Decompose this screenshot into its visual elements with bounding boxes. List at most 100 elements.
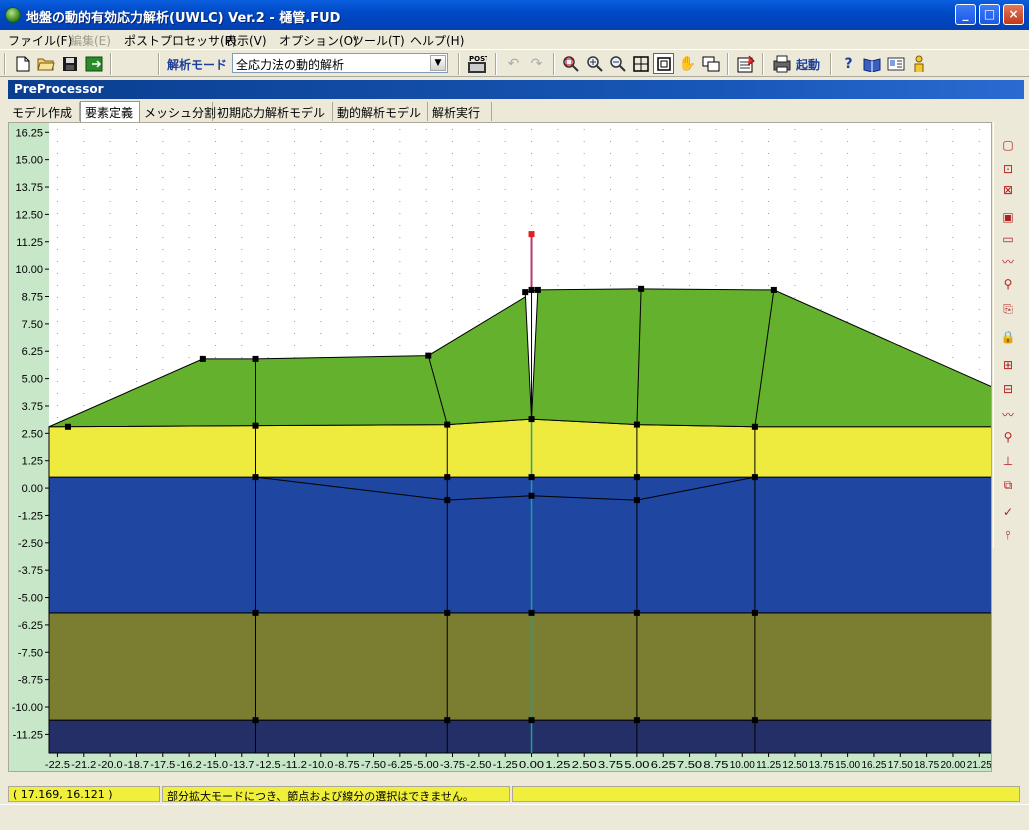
id-card-icon[interactable] (885, 53, 906, 74)
post-icon[interactable]: POST (466, 53, 487, 74)
preprocessor-header: PreProcessor (8, 80, 1024, 99)
y-tick-label: 15.00 (15, 155, 43, 167)
element-icon[interactable]: ▭ (997, 228, 1019, 250)
rod-icon[interactable]: ⫯ (997, 524, 1019, 546)
menu-tools[interactable]: ツール(T) (352, 32, 405, 49)
spring-icon[interactable]: ⚲ (997, 273, 1019, 295)
boundary-icon[interactable]: 〰 (997, 250, 1019, 272)
close-button[interactable]: × (1003, 4, 1024, 25)
mesh-node (444, 717, 451, 724)
window-titlebar[interactable]: 地盤の動的有効応力解析(UWLC) Ver.2 - 樋管.FUD _ □ × (0, 0, 1029, 30)
menu-view[interactable]: 表示(V) (225, 32, 267, 49)
redo-icon[interactable]: ↷ (526, 53, 547, 74)
exit-icon[interactable] (83, 53, 104, 74)
x-tick-label: 6.25 (651, 760, 677, 771)
pan-hand-icon[interactable]: ✋ (677, 53, 698, 74)
chevron-down-icon[interactable]: ▼ (430, 55, 446, 71)
soil-layer-1 (48, 612, 991, 721)
maximize-button[interactable]: □ (979, 4, 1000, 25)
mesh-node (638, 285, 645, 292)
x-tick-label: -2.50 (466, 760, 491, 771)
soil-cross-section-plot[interactable]: 16.2515.0013.7512.5011.2510.008.757.506.… (9, 123, 992, 772)
menu-postprocessor[interactable]: ポストプロセッサ(P) (124, 32, 237, 49)
zoom-in-icon[interactable] (584, 53, 605, 74)
x-tick-label: 20.00 (940, 760, 965, 771)
y-tick-label: -2.50 (18, 538, 43, 550)
grid-assign-icon[interactable]: ⊞ (997, 354, 1019, 376)
status-message: 部分拡大モードにつき、節点および線分の選択はできません。 (162, 786, 510, 802)
node-move-icon[interactable]: ⊠ (997, 179, 1019, 201)
model-canvas[interactable]: 16.25 15.00 13.75 12.50 11.25 10.00 8.75 7.50 6.… (8, 122, 992, 772)
minimize-button[interactable]: _ (955, 4, 976, 25)
properties-icon[interactable] (735, 53, 756, 74)
book-icon[interactable] (861, 53, 882, 74)
load-icon[interactable]: 〰 (997, 403, 1019, 425)
tab-run-analysis[interactable]: 解析実行 (428, 102, 492, 121)
region-icon[interactable]: ▣ (997, 206, 1019, 228)
zoom-fit-icon[interactable] (630, 53, 651, 74)
x-tick-label: -1.25 (493, 760, 518, 771)
fix-icon[interactable]: ⊥ (997, 450, 1019, 472)
post-icon-label: POST (469, 55, 487, 63)
check-icon[interactable]: ✓ (997, 501, 1019, 523)
menu-help[interactable]: ヘルプ(H) (410, 32, 464, 49)
menu-options[interactable]: オプション(O) (279, 32, 358, 49)
y-tick-label: 6.25 (22, 346, 43, 358)
tab-dynamic-model[interactable]: 動的解析モデル (333, 102, 428, 121)
menu-file[interactable]: ファイル(F) (8, 32, 72, 49)
person-icon[interactable] (908, 53, 929, 74)
mesh-node (444, 609, 451, 616)
mesh-node (252, 474, 259, 481)
undo-icon[interactable]: ↶ (503, 53, 524, 74)
x-tick-label: 10.00 (730, 760, 755, 771)
node-add-icon[interactable]: ⊡ (997, 158, 1019, 180)
new-file-icon[interactable] (12, 53, 33, 74)
mesh-node (534, 286, 541, 293)
status-extra (512, 786, 1020, 802)
y-tick-label: -11.25 (13, 729, 43, 741)
y-tick-label: 10.00 (15, 264, 43, 276)
x-tick-label: -20.0 (98, 760, 123, 771)
x-tick-label: 5.00 (624, 760, 650, 771)
y-tick-label: 13.75 (15, 182, 43, 194)
app-globe-icon (5, 7, 21, 23)
tab-element-define[interactable]: 要素定義 (80, 101, 140, 122)
mesh-node (633, 474, 640, 481)
x-tick-label: -21.2 (71, 760, 96, 771)
help-question-icon[interactable]: ? (838, 53, 859, 74)
analysis-mode-select[interactable]: 全応力法の動的解析 ▼ (232, 53, 448, 73)
zoom-region-icon[interactable] (653, 53, 674, 74)
soil-layer-2 (48, 476, 991, 614)
zoom-out-icon[interactable] (607, 53, 628, 74)
window-arrange-icon[interactable] (700, 53, 721, 74)
tab-initial-stress-model[interactable]: 初期応力解析モデル (213, 102, 333, 121)
mesh-node (252, 422, 259, 429)
tab-model-create[interactable]: モデル作成 (8, 102, 80, 121)
x-tick-label: -7.50 (361, 760, 386, 771)
mesh-node (528, 609, 535, 616)
rect-select-icon[interactable]: ▢ (997, 134, 1019, 156)
y-tick-label: 16.25 (15, 127, 43, 139)
x-tick-label: -8.75 (335, 760, 360, 771)
lock-icon[interactable]: 🔒 (997, 326, 1019, 348)
property-copy-icon[interactable]: ⎘ (997, 298, 1019, 320)
y-tick-label: -3.75 (18, 565, 43, 577)
mesh-node (633, 421, 640, 428)
save-icon[interactable] (59, 53, 80, 74)
zoom-window-icon[interactable] (560, 53, 581, 74)
menu-edit[interactable]: 編集(E) (70, 32, 111, 49)
run-printer-icon[interactable] (771, 53, 792, 74)
copy-icon[interactable]: ⧉ (997, 474, 1019, 496)
y-tick-label: 1.25 (22, 456, 43, 468)
x-tick-label: -15.0 (203, 760, 228, 771)
tab-mesh-split[interactable]: メッシュ分割 (140, 102, 216, 121)
x-tick-label: 3.75 (598, 760, 624, 771)
y-tick-label: 2.50 (22, 428, 43, 440)
grid-assign-2-icon[interactable]: ⊟ (997, 378, 1019, 400)
open-folder-icon[interactable] (35, 53, 56, 74)
load-node-icon[interactable]: ⚲ (997, 426, 1019, 448)
x-tick-label: 13.75 (809, 760, 834, 771)
x-tick-label: -17.5 (150, 760, 175, 771)
run-button-label[interactable]: 起動 (796, 56, 820, 73)
mesh-node (252, 609, 259, 616)
